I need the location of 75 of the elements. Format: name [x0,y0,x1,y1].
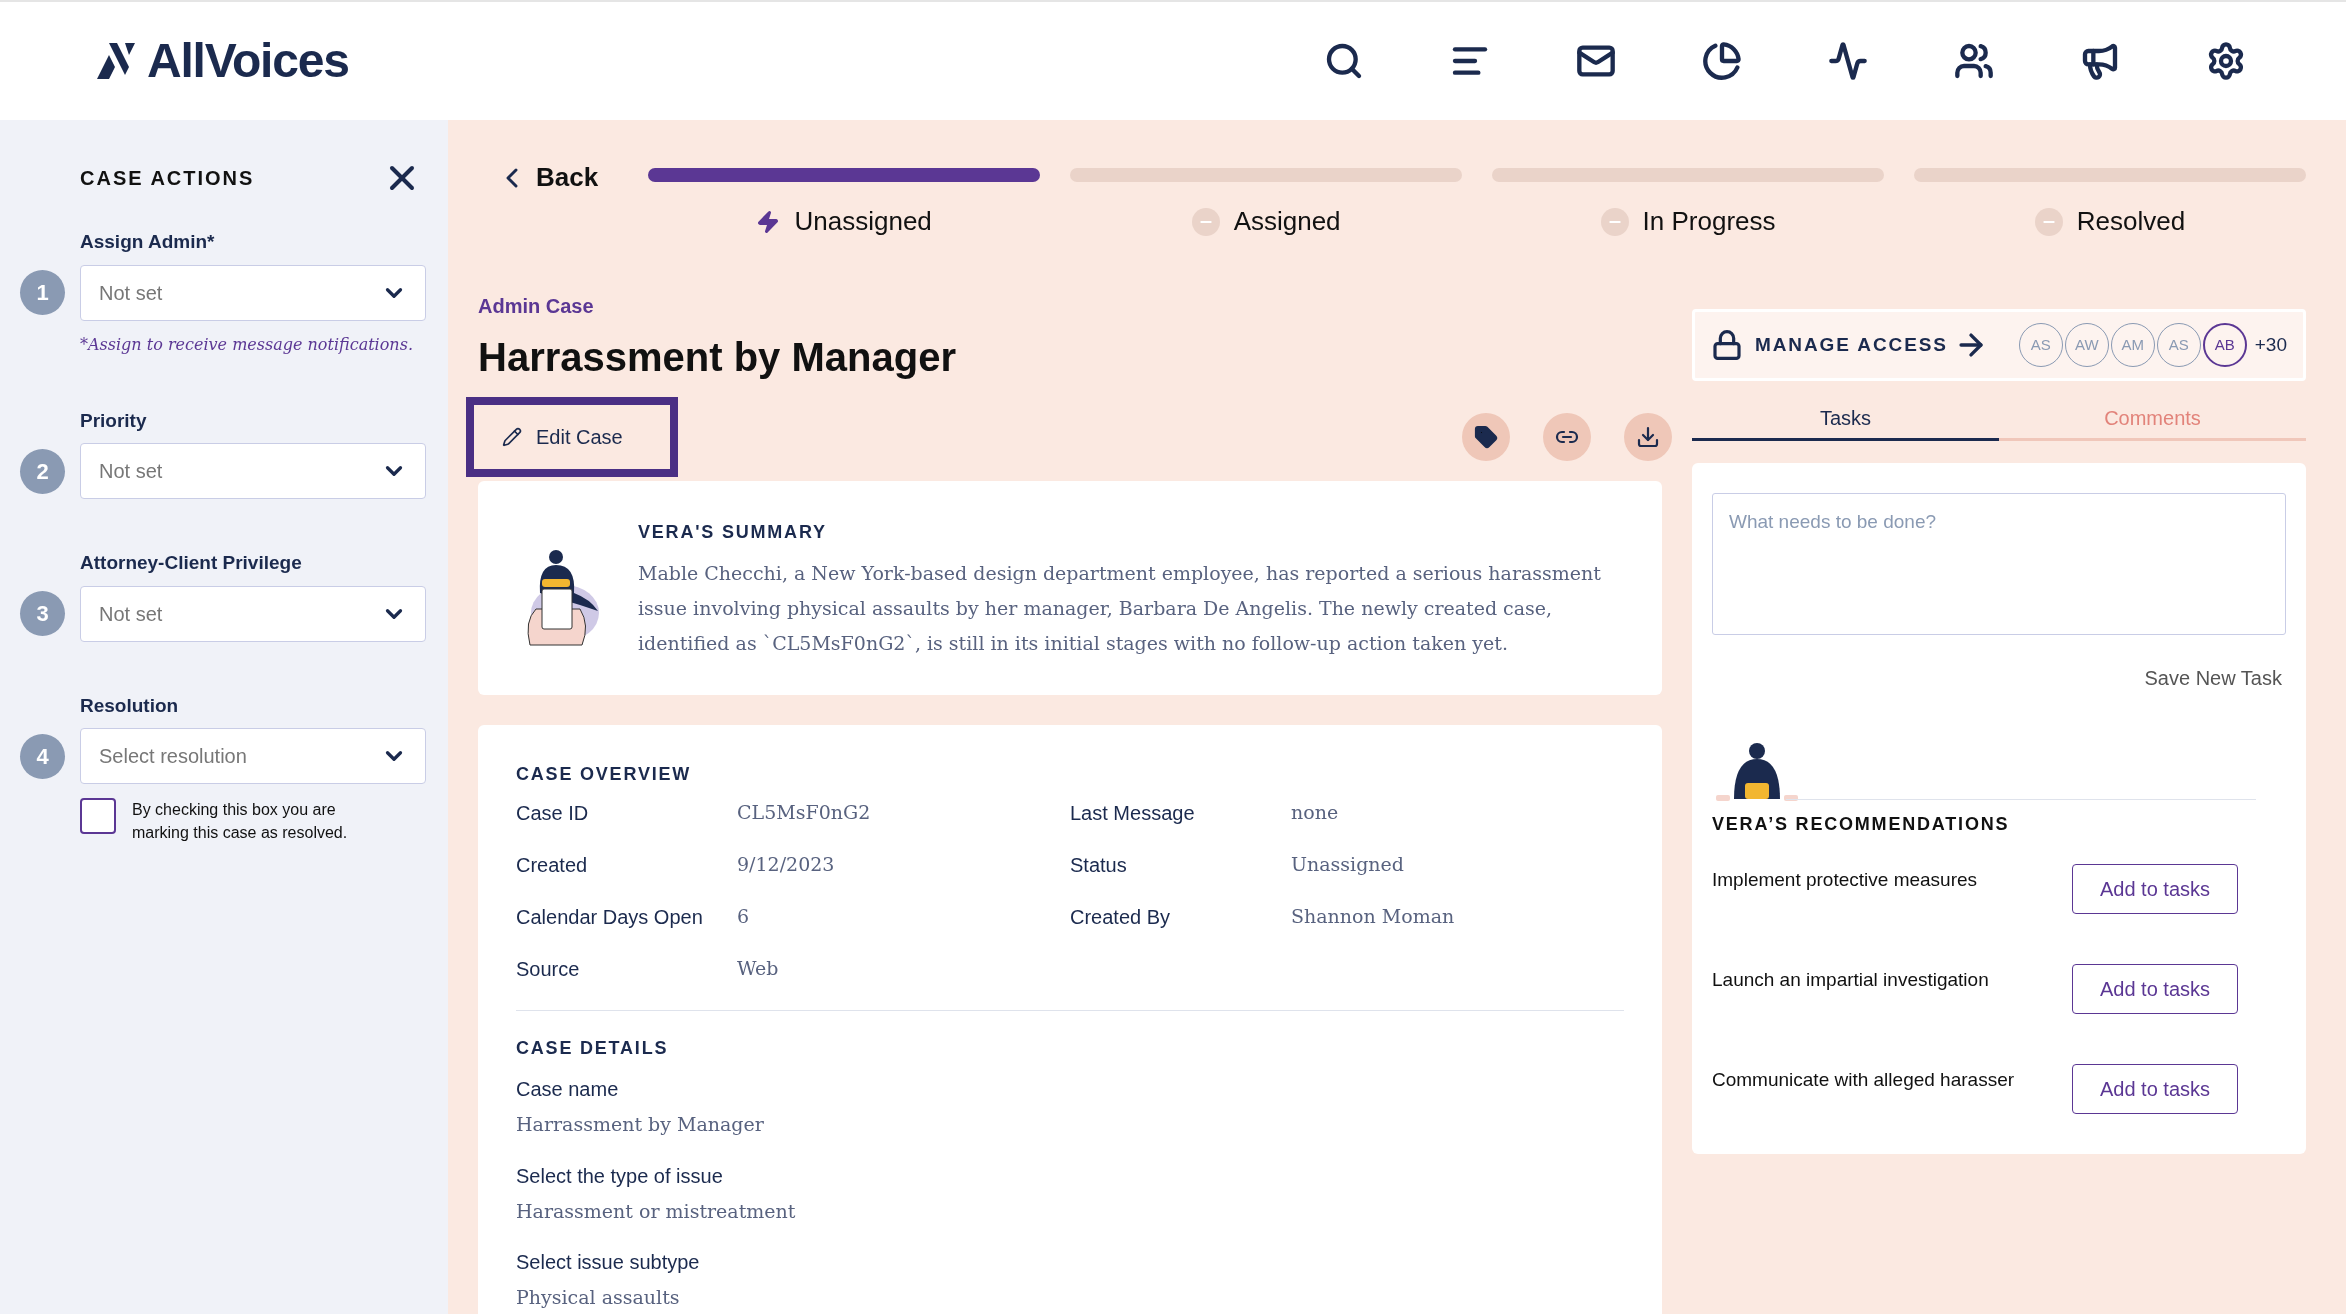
resolved-checkbox[interactable] [80,798,116,834]
step-label: Assigned [1233,205,1341,238]
pencil-icon [502,427,522,447]
step-number: 2 [20,448,65,494]
panel-title: CASE ACTIONS [80,166,255,191]
edit-case-button[interactable]: Edit Case [466,397,678,477]
megaphone-icon[interactable] [2080,41,2120,81]
task-input[interactable]: What needs to be done? [1712,493,2286,635]
field-label: Attorney-Client Privilege [80,551,303,575]
field-label: Resolution [80,693,180,718]
section-heading: CASE OVERVIEW [516,764,692,784]
field-label: Created By [1070,905,1172,930]
search-icon[interactable] [1324,41,1364,81]
field-value: none [1291,800,1340,825]
field-label: Priority [80,408,148,433]
tab[interactable]: Tasks [1692,397,1999,441]
dropdown-field[interactable]: Not set [80,443,426,499]
field-value: Unassigned [1291,852,1405,877]
field-label: Source [516,957,581,982]
field-value: Physical assaults [516,1285,681,1310]
case-type: Admin Case [478,294,595,319]
download-icon[interactable] [1624,413,1672,461]
dropdown-field[interactable]: Not set [80,585,426,642]
field-value: Harrassment by Manager [516,1112,765,1137]
section-heading: CASE DETAILS [516,1038,669,1058]
tag-icon[interactable] [1462,413,1510,461]
avatar[interactable]: AB [2202,323,2247,367]
lock-icon [1711,329,1743,361]
field-label: Case ID [516,801,590,826]
step-number: 3 [20,591,65,636]
settings-icon[interactable] [2206,41,2246,81]
field-label: Status [1070,853,1128,878]
logo-text: AllVoices [147,37,349,85]
back-link[interactable]: Back [496,158,599,197]
field-label: Select the type of issue [516,1163,724,1189]
field-value: Web [737,956,780,981]
step-label: Resolved [2076,205,2186,238]
link-icon[interactable] [1543,413,1591,461]
manage-access-label: MANAGE ACCESS [1755,332,1948,357]
manage-access-bar[interactable]: MANAGE ACCESS AS AW AM AS AB +30 [1692,309,2306,381]
summary-text: Mable Checchi, a New York-based design department employee, has reported a serious harassment issue involving physical assaults by her manager, Barbara De Angelis. The newly created case, identified as `CL5MsF0nG2`, is still in its initial stages with no follow-up action taken yet. [638,561,1602,656]
field-label: Created [516,853,589,878]
people-icon[interactable] [1954,41,1994,81]
field-label: Select issue subtype [516,1250,701,1275]
field-value: 6 [737,904,751,929]
field-value: Shannon Moman [1291,904,1456,929]
case-title: Harrassment by Manager [478,334,957,381]
pie-chart-icon[interactable] [1702,41,1742,81]
field-value: CL5MsF0nG2 [737,800,872,825]
more-count: +30 [2254,332,2287,357]
field-value: Harassment or mistreatment [516,1198,797,1224]
section-heading: VERA’S RECOMMENDATIONS [1712,813,2011,836]
lightning-icon [756,209,781,234]
field-note: *Assign to receive message notifications. [80,333,414,356]
checkbox-label: By checking this box you are marking this case as resolved. [132,800,349,843]
step-number: 1 [20,270,65,315]
field-value: 9/12/2023 [737,852,836,877]
recommendation-text: Launch an impartial investigation [1712,968,1990,992]
pulse-icon[interactable] [1828,41,1868,81]
recommendation-text: Communicate with alleged harasser [1712,1068,2016,1092]
field-label: Last Message [1070,801,1196,826]
step-number: 4 [20,733,65,779]
add-to-tasks-button[interactable]: Add to tasks [2072,864,2238,914]
section-heading: VERA'S SUMMARY [638,521,828,544]
add-to-tasks-button[interactable]: Add to tasks [2072,964,2238,1014]
field-label: Calendar Days Open [516,905,704,930]
add-to-tasks-button[interactable]: Add to tasks [2072,1064,2238,1114]
recommendation-text: Implement protective measures [1712,868,1979,892]
dropdown-field[interactable]: Not set [80,264,426,321]
save-task-button[interactable]: Save New Task [2144,663,2282,693]
dropdown-field[interactable]: Select resolution [80,728,426,784]
field-label: Assign Admin* [80,230,216,254]
step-label: Unassigned [794,205,932,238]
field-label: Case name [516,1077,620,1102]
step-label: In Progress [1642,205,1776,238]
